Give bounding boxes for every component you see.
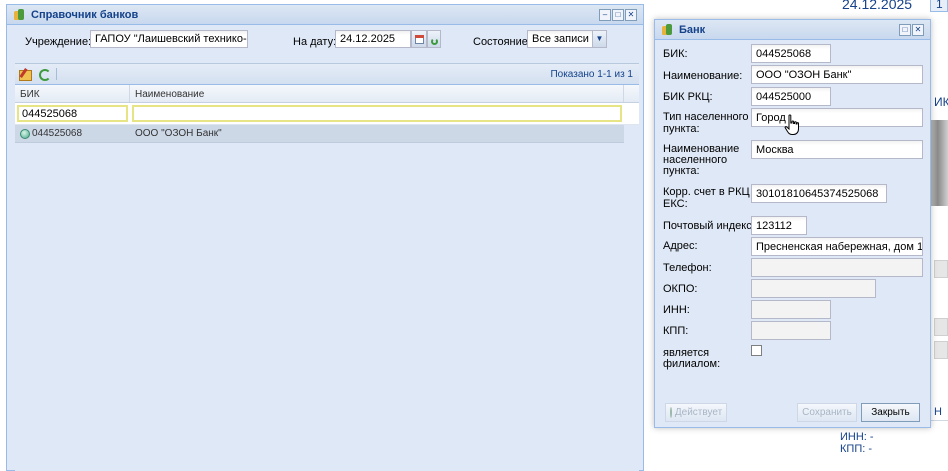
date-label: На дату:	[293, 36, 337, 48]
grid-toolbar: Показано 1-1 из 1	[15, 63, 639, 85]
status-active-icon	[20, 128, 30, 139]
state-select[interactable]: Все записи	[527, 30, 593, 48]
bank-form: БИК: 044525068 Наименование: ООО "ОЗОН Б…	[655, 41, 930, 428]
okpo-field[interactable]	[751, 279, 876, 298]
close-button[interactable]: Закрыть	[861, 402, 920, 422]
refresh-icon[interactable]	[37, 67, 51, 81]
background-card-inn: ИНН: -	[840, 431, 874, 443]
bank-app-icon	[661, 23, 674, 36]
active-status-button[interactable]: Действует	[665, 402, 727, 422]
banks-directory-window: Справочник банков – □ ✕ Учреждение: ГАПО…	[6, 4, 644, 471]
corr-account-label: Корр. счет в РКЦ /	[663, 186, 756, 198]
bank-window-header[interactable]: Банк □ ✕	[655, 20, 930, 40]
settlement-name-label-3: пункта:	[663, 165, 700, 177]
institution-label: Учреждение:	[25, 36, 92, 48]
minimize-icon[interactable]: –	[599, 8, 611, 21]
chevron-down-icon[interactable]: ▼	[592, 30, 607, 48]
banks-app-icon	[13, 8, 26, 21]
hand-cursor-icon	[784, 114, 799, 135]
okpo-label: ОКПО:	[663, 283, 698, 295]
bank-window-title: Банк	[679, 23, 706, 36]
column-header-name[interactable]: Наименование	[130, 85, 624, 102]
maximize-icon[interactable]: □	[612, 8, 624, 21]
postal-code-field[interactable]: 123112	[751, 216, 807, 235]
phone-label: Телефон:	[663, 262, 712, 274]
kpp-label: КПП:	[663, 325, 689, 337]
bik-rkc-label: БИК РКЦ:	[663, 91, 713, 103]
inn-label: ИНН:	[663, 304, 690, 316]
calendar-icon[interactable]	[411, 30, 427, 48]
background-side-label-n[interactable]: Н	[934, 406, 942, 418]
save-button[interactable]: Сохранить	[797, 402, 857, 422]
settlement-type-label-2: пункта:	[663, 123, 700, 135]
background-photo	[931, 120, 948, 206]
kpp-field[interactable]	[751, 321, 831, 340]
banks-filter-bar: Учреждение: ГАПОУ "Лаишевский технико-эк…	[15, 28, 619, 56]
active-status-label: Действует	[674, 406, 723, 418]
name-filter-input[interactable]	[132, 105, 622, 122]
name-field[interactable]: ООО "ОЗОН Банк"	[751, 65, 923, 84]
phone-field[interactable]	[751, 258, 923, 277]
is-branch-label-2: филиалом:	[663, 358, 721, 370]
postal-code-label: Почтовый индекс:	[663, 220, 755, 232]
bik-label: БИК:	[663, 48, 688, 60]
corr-account-label-2: ЕКС:	[663, 198, 688, 210]
settlement-name-field[interactable]: Москва	[751, 140, 923, 159]
settlement-type-label: Тип населенного	[663, 111, 749, 123]
inn-field[interactable]	[751, 300, 831, 319]
close-icon[interactable]: ✕	[625, 8, 637, 21]
banks-grid: Показано 1-1 из 1 БИК Наименование 04452…	[15, 63, 639, 471]
bank-detail-window: Банк □ ✕ БИК: 044525068 Наименование: ОО…	[654, 19, 931, 428]
bik-field[interactable]: 044525068	[751, 44, 831, 63]
corr-account-field[interactable]: 30101810645374525068	[751, 184, 887, 203]
background-date: 24.12.2025	[842, 0, 913, 12]
name-label: Наименование:	[663, 70, 743, 82]
bik-filter-input[interactable]: 044525068	[17, 105, 128, 122]
grid-paging-info: Показано 1-1 из 1	[550, 68, 633, 80]
banks-window-title: Справочник банков	[31, 8, 139, 21]
status-active-icon	[669, 406, 672, 418]
maximize-icon[interactable]: □	[899, 23, 911, 36]
bik-rkc-field[interactable]: 044525000	[751, 87, 831, 106]
edit-icon[interactable]	[18, 67, 32, 81]
column-header-bik[interactable]: БИК	[15, 85, 130, 102]
state-label: Состояние:	[473, 36, 531, 48]
is-branch-checkbox[interactable]	[751, 345, 762, 356]
date-refresh-icon[interactable]	[427, 30, 441, 48]
table-row[interactable]: 044525068 ООО "ОЗОН Банк"	[15, 125, 624, 143]
close-icon[interactable]: ✕	[912, 23, 924, 36]
grid-filter-row: 044525068	[15, 103, 639, 125]
banks-window-header[interactable]: Справочник банков – □ ✕	[7, 5, 643, 25]
background-side-label: ИК	[934, 95, 948, 109]
bank-window-footer: Действует Сохранить Закрыть	[655, 397, 930, 427]
institution-field[interactable]: ГАПОУ "Лаишевский технико-экон	[90, 30, 248, 48]
settlement-type-field[interactable]: Город	[751, 108, 923, 127]
background-strip	[934, 260, 948, 278]
background-page-tab[interactable]: 1	[930, 0, 948, 12]
address-label: Адрес:	[663, 240, 698, 252]
background-card-kpp: КПП: -	[840, 443, 872, 455]
grid-header-row: БИК Наименование	[15, 85, 639, 103]
date-field[interactable]: 24.12.2025	[335, 30, 411, 48]
row-bik: 044525068	[32, 128, 83, 139]
toolbar-separator	[56, 68, 57, 80]
background-strip	[934, 318, 948, 336]
row-bik-cell: 044525068	[15, 125, 130, 142]
address-field[interactable]: Пресненская набережная, дом 10, эт.	[751, 237, 923, 256]
row-name: ООО "ОЗОН Банк"	[135, 128, 222, 139]
background-strip	[934, 341, 948, 359]
